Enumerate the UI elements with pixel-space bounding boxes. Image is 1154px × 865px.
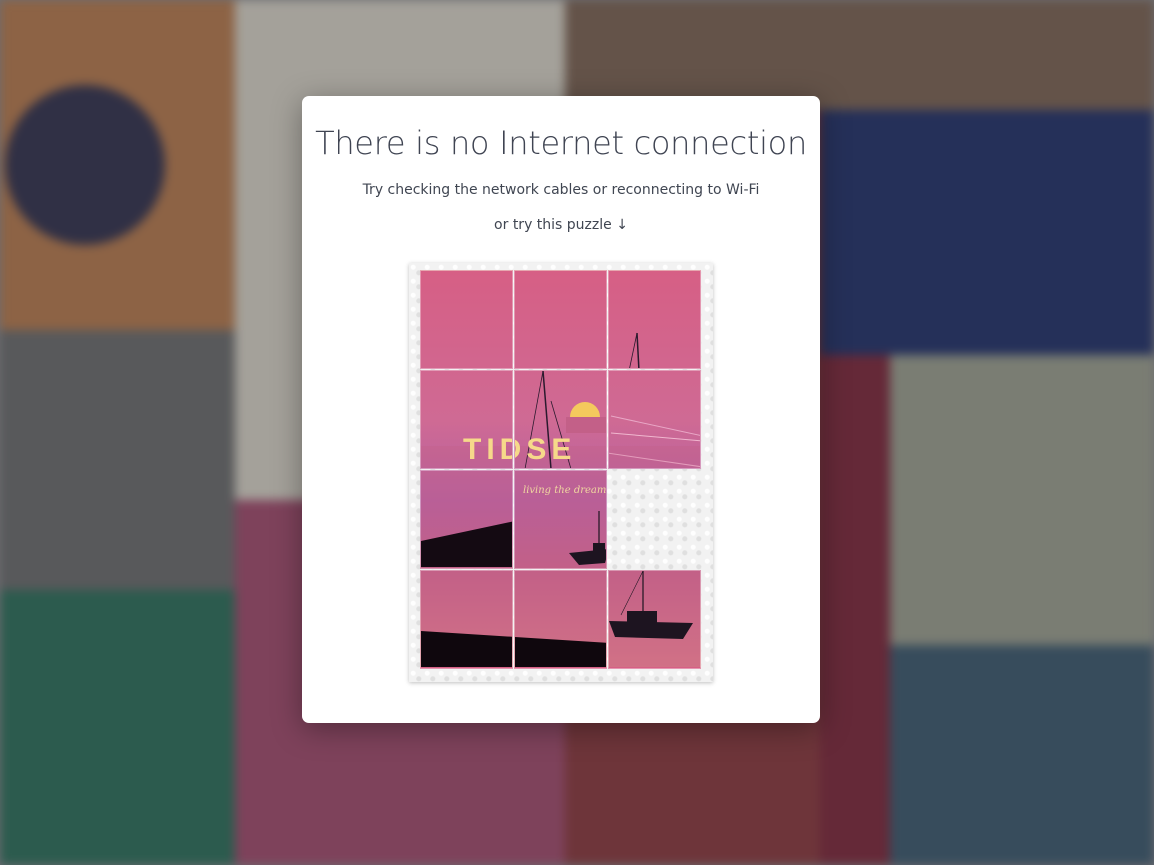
sliding-puzzle-board: TIDSEliving the dreamTIDSEliving the dre… [409, 263, 713, 682]
puzzle-tile-7[interactable]: TIDSEliving the dream [420, 470, 513, 569]
puzzle-tile-8[interactable]: TIDSEliving the dream [514, 470, 607, 569]
puzzle-tile-4[interactable]: TIDSEliving the dream [420, 370, 513, 469]
puzzle-tile-3[interactable]: TIDSEliving the dream [608, 270, 701, 369]
puzzle-tile-12[interactable]: TIDSEliving the dream [608, 570, 701, 669]
puzzle-image-title: TIDSE [463, 433, 513, 466]
no-connection-dialog: There is no Internet connection Try chec… [302, 96, 820, 723]
puzzle-tile-2[interactable]: TIDSEliving the dream [514, 270, 607, 369]
dialog-subtitle: Try checking the network cables or recon… [362, 182, 760, 198]
puzzle-hint: or try this puzzle ↓ [494, 217, 628, 233]
dialog-title: There is no Internet connection [315, 124, 807, 162]
puzzle-image-tagline: living the dream [523, 485, 606, 496]
puzzle-tile-6[interactable]: TIDSEliving the dream [608, 370, 701, 469]
puzzle-tile-5[interactable]: TIDSEliving the dream [514, 370, 607, 469]
puzzle-image-title: TIDSE [514, 433, 576, 466]
puzzle-empty-slot[interactable] [608, 469, 702, 569]
puzzle-tile-11[interactable]: TIDSEliving the dream [514, 570, 607, 669]
puzzle-tile-1[interactable]: TIDSEliving the dream [420, 270, 513, 369]
puzzle-tile-10[interactable]: TIDSEliving the dream [420, 570, 513, 669]
